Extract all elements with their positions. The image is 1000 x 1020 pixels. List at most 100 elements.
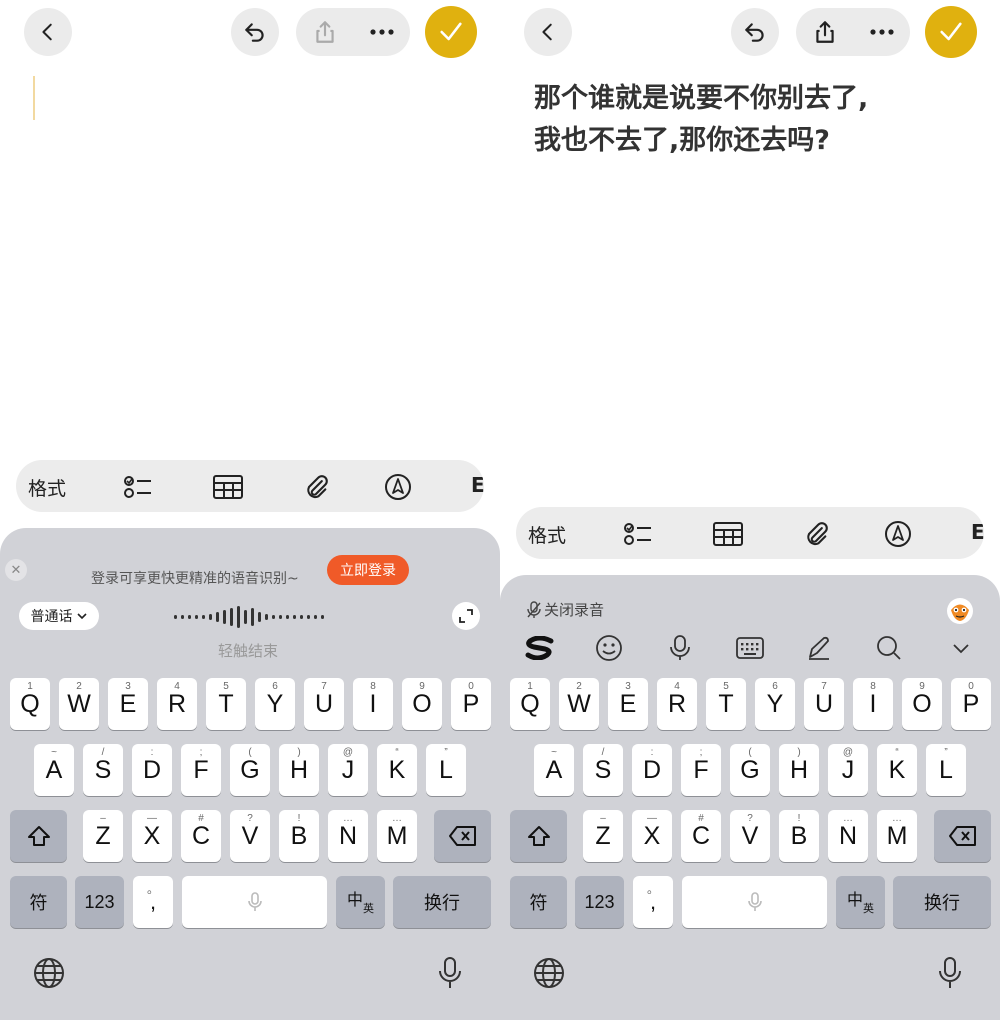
note-body[interactable]: 那个谁就是说要不你别去了, 我也不去了,那你还去吗? [534, 78, 974, 162]
key-z[interactable]: – Z [583, 810, 623, 862]
key-x[interactable]: — X [132, 810, 172, 862]
key-e[interactable]: 3E [108, 678, 148, 730]
key-k[interactable]: “K [877, 744, 917, 796]
language-selector[interactable]: 普通话 [19, 602, 99, 630]
key-x[interactable]: — X [632, 810, 672, 862]
symbols-key[interactable]: 符 [510, 876, 567, 928]
confirm-button[interactable] [925, 6, 977, 58]
key-w[interactable]: 2W [559, 678, 599, 730]
key-e[interactable]: 3E [608, 678, 648, 730]
key-m[interactable]: … M [877, 810, 917, 862]
text-cursor[interactable] [33, 76, 35, 120]
key-r[interactable]: 4R [157, 678, 197, 730]
key-d[interactable]: :D [132, 744, 172, 796]
voice-input-button[interactable] [665, 633, 695, 663]
collapse-keyboard-button[interactable] [946, 633, 976, 663]
undo-button[interactable] [731, 8, 779, 56]
table-button[interactable] [713, 519, 743, 549]
globe-button[interactable] [532, 956, 566, 990]
key-f[interactable]: ; F [181, 744, 221, 796]
key-a[interactable]: ~ A [534, 744, 574, 796]
attach-button[interactable] [801, 519, 831, 549]
search-button[interactable] [874, 633, 904, 663]
punctuation-key[interactable]: 。, [133, 876, 173, 928]
delete-key[interactable] [434, 810, 491, 862]
dictation-button[interactable] [933, 956, 967, 990]
key-u[interactable]: 7U [804, 678, 844, 730]
language-switch-key[interactable]: 中英 [836, 876, 885, 928]
back-button[interactable] [24, 8, 72, 56]
mic-off-button[interactable]: 关闭录音 [526, 599, 604, 620]
key-i[interactable]: 8I [853, 678, 893, 730]
key-a[interactable]: ~ A [34, 744, 74, 796]
key-y[interactable]: 6Y [255, 678, 295, 730]
space-key[interactable] [182, 876, 327, 928]
key-v[interactable]: ? V [230, 810, 270, 862]
key-b[interactable]: ! B [779, 810, 819, 862]
symbols-key[interactable]: 符 [10, 876, 67, 928]
more-button[interactable] [353, 8, 410, 56]
checklist-button[interactable] [123, 472, 153, 502]
keyboard-layout-button[interactable] [735, 633, 765, 663]
key-v[interactable]: ? V [730, 810, 770, 862]
key-j[interactable]: @ J [328, 744, 368, 796]
login-now-button[interactable]: 立即登录 [327, 555, 409, 585]
draw-button[interactable] [883, 519, 913, 549]
confirm-button[interactable] [425, 6, 477, 58]
expand-voice-button[interactable] [452, 602, 480, 630]
key-m[interactable]: … M [377, 810, 417, 862]
enter-key[interactable]: 换行 [893, 876, 991, 928]
key-l[interactable]: ” L [926, 744, 966, 796]
key-t[interactable]: 5T [206, 678, 246, 730]
key-p[interactable]: 0P [451, 678, 491, 730]
key-g[interactable]: (G [230, 744, 270, 796]
mascot-button[interactable] [946, 597, 974, 629]
key-w[interactable]: 2W [59, 678, 99, 730]
key-s[interactable]: / S [583, 744, 623, 796]
key-z[interactable]: – Z [83, 810, 123, 862]
key-p[interactable]: 0P [951, 678, 991, 730]
key-j[interactable]: @ J [828, 744, 868, 796]
punctuation-key[interactable]: 。, [633, 876, 673, 928]
enter-key[interactable]: 换行 [393, 876, 491, 928]
shift-key[interactable] [510, 810, 567, 862]
more-tool-label[interactable]: E [971, 520, 984, 544]
key-d[interactable]: :D [632, 744, 672, 796]
key-l[interactable]: ” L [426, 744, 466, 796]
space-key[interactable] [682, 876, 827, 928]
key-h[interactable]: ) H [279, 744, 319, 796]
key-o[interactable]: 9O [902, 678, 942, 730]
back-button[interactable] [524, 8, 572, 56]
sogou-logo-button[interactable] [525, 633, 555, 663]
delete-key[interactable] [934, 810, 991, 862]
emoji-button[interactable] [594, 633, 624, 663]
share-button[interactable] [796, 8, 853, 56]
format-button[interactable]: 格式 [528, 521, 566, 548]
key-r[interactable]: 4R [657, 678, 697, 730]
handwriting-button[interactable] [804, 633, 834, 663]
key-n[interactable]: … N [828, 810, 868, 862]
shift-key[interactable] [10, 810, 67, 862]
attach-button[interactable] [301, 472, 331, 502]
key-i[interactable]: 8I [353, 678, 393, 730]
key-c[interactable]: # C [681, 810, 721, 862]
table-button[interactable] [213, 472, 243, 502]
key-n[interactable]: … N [328, 810, 368, 862]
key-t[interactable]: 5T [706, 678, 746, 730]
key-b[interactable]: ! B [279, 810, 319, 862]
format-button[interactable]: 格式 [28, 474, 66, 501]
key-q[interactable]: 1Q [10, 678, 50, 730]
key-f[interactable]: ; F [681, 744, 721, 796]
key-s[interactable]: / S [83, 744, 123, 796]
key-o[interactable]: 9O [402, 678, 442, 730]
dismiss-tip-button[interactable]: ✕ [5, 559, 27, 581]
key-y[interactable]: 6Y [755, 678, 795, 730]
share-button[interactable] [296, 8, 353, 56]
draw-button[interactable] [383, 472, 413, 502]
dictation-button[interactable] [433, 956, 467, 990]
numbers-key[interactable]: 123 [75, 876, 124, 928]
more-button[interactable] [853, 8, 910, 56]
globe-button[interactable] [32, 956, 66, 990]
undo-button[interactable] [231, 8, 279, 56]
checklist-button[interactable] [623, 519, 653, 549]
